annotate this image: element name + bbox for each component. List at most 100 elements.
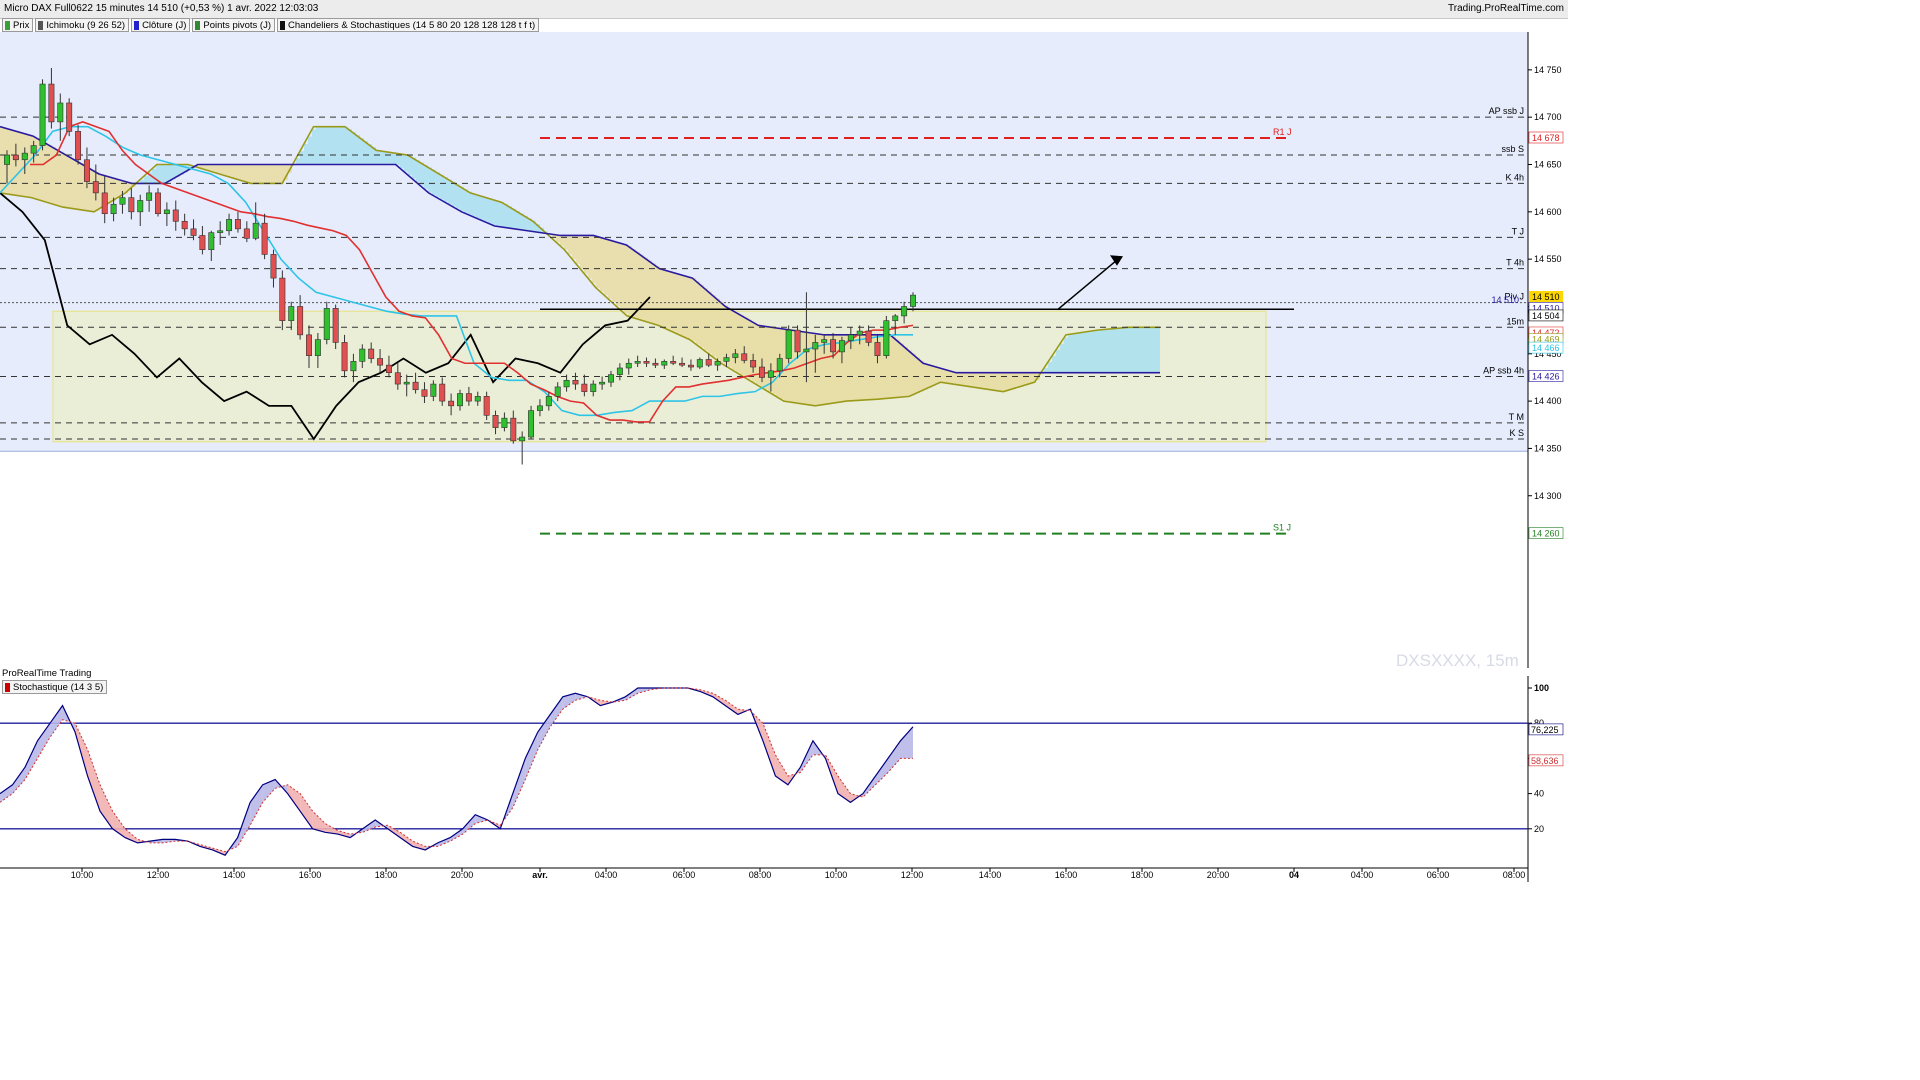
cloud-band: [1104, 329, 1108, 373]
candle-body: [439, 383, 446, 402]
level-label: AP ssb J: [1489, 106, 1524, 116]
candle-body: [199, 235, 206, 250]
cloud-band: [48, 144, 52, 203]
cloud-band: [296, 158, 300, 165]
cloud-band: [1148, 327, 1152, 373]
candle-body: [741, 353, 748, 361]
candle-body: [474, 396, 481, 402]
price-tag: 14 510: [1532, 292, 1560, 302]
stoch-fill: [25, 740, 38, 780]
cloud-band: [260, 164, 264, 184]
time-tick-label: 08:00: [749, 870, 772, 880]
cloud-band: [768, 326, 772, 392]
cloud-band: [432, 169, 436, 195]
cloud-band: [496, 200, 500, 227]
candle-body: [750, 360, 757, 368]
candle-body: [457, 393, 463, 407]
candle-body: [30, 145, 37, 154]
candle-body: [554, 386, 561, 397]
candle-body: [226, 219, 233, 232]
cloud-band: [720, 301, 724, 363]
candle-body: [821, 339, 828, 343]
cloud-band: [1016, 372, 1020, 388]
cloud-band: [1108, 329, 1112, 373]
candle-body: [297, 306, 304, 336]
candle-body: [288, 306, 295, 321]
price-tick-label: 14 600: [1534, 207, 1562, 217]
cloud-band: [920, 360, 924, 392]
cloud-band: [404, 154, 408, 172]
cloud-band: [656, 266, 660, 325]
cloud-band: [248, 164, 252, 183]
stochastic-chart[interactable]: 2040608010076,22558,63610:0012:0014:0016…: [0, 668, 1568, 882]
candle-body: [448, 400, 455, 407]
price-chart[interactable]: AP ssb JR1 Jssb SK 4hT JT 4hPiv J15mAP s…: [0, 0, 1568, 668]
cloud-band: [568, 235, 572, 255]
cloud-band: [632, 248, 636, 318]
stoch-tick-label: 20: [1534, 824, 1544, 834]
candle-body: [341, 342, 348, 372]
time-tick-label: 04: [1289, 870, 1299, 880]
cloud-band: [20, 132, 24, 196]
cloud-band: [400, 153, 404, 169]
time-tick-label: 16:00: [299, 870, 322, 880]
candle-body: [306, 334, 312, 356]
candle-body: [865, 330, 872, 343]
cloud-band: [932, 365, 936, 387]
cloud-band: [1152, 327, 1156, 373]
candle-body: [377, 358, 384, 366]
cloud-band: [456, 184, 460, 209]
cloud-band: [752, 321, 756, 382]
candle-body: [119, 197, 126, 205]
candle-body: [510, 417, 517, 442]
candle-body: [652, 362, 659, 366]
cloud-band: [1088, 331, 1092, 373]
cloud-band: [428, 167, 432, 193]
price-tick-label: 14 400: [1534, 396, 1562, 406]
cloud-band: [572, 235, 576, 259]
cloud-band: [28, 134, 32, 198]
candle-body: [57, 102, 64, 123]
stoch-fill: [537, 714, 551, 750]
candle-body: [545, 396, 552, 407]
cloud-band: [1096, 330, 1100, 373]
cloud-band: [1140, 327, 1144, 373]
candle-body: [163, 209, 170, 215]
time-tick-label: 06:00: [1427, 870, 1450, 880]
stochastic-legend[interactable]: Stochastique (14 3 5): [2, 680, 108, 694]
cloud-band: [252, 164, 256, 184]
cloud-band: [952, 371, 956, 384]
cloud-band: [1128, 327, 1132, 373]
cloud-band: [476, 194, 480, 219]
cloud-band: [208, 164, 212, 171]
cloud-band: [1156, 327, 1160, 373]
cloud-band: [996, 372, 1000, 391]
cloud-band: [40, 140, 44, 201]
cloud-band: [216, 164, 220, 173]
cloud-band: [344, 126, 348, 165]
price-tick-label: 14 750: [1534, 65, 1562, 75]
candle-body: [66, 102, 73, 132]
cloud-band: [276, 164, 280, 184]
cloud-band: [956, 372, 960, 385]
cloud-band: [604, 238, 608, 296]
cloud-band: [272, 164, 276, 184]
cloud-band: [716, 298, 720, 360]
cloud-band: [144, 176, 148, 184]
cloud-band: [896, 339, 900, 398]
candle-body: [359, 348, 366, 362]
candle-body: [901, 306, 908, 317]
cloud-band: [460, 186, 464, 211]
cloud-band: [336, 126, 340, 165]
cloud-band: [912, 353, 916, 396]
cloud-band: [592, 235, 596, 284]
candle-body: [599, 381, 606, 385]
cloud-band: [80, 163, 84, 210]
candle-body: [590, 383, 597, 392]
cloud-band: [56, 149, 60, 206]
cloud-band: [224, 164, 228, 176]
candle-body: [190, 228, 197, 236]
candle-body: [110, 203, 117, 215]
candle-body: [856, 330, 863, 336]
time-tick-label: 14:00: [223, 870, 246, 880]
